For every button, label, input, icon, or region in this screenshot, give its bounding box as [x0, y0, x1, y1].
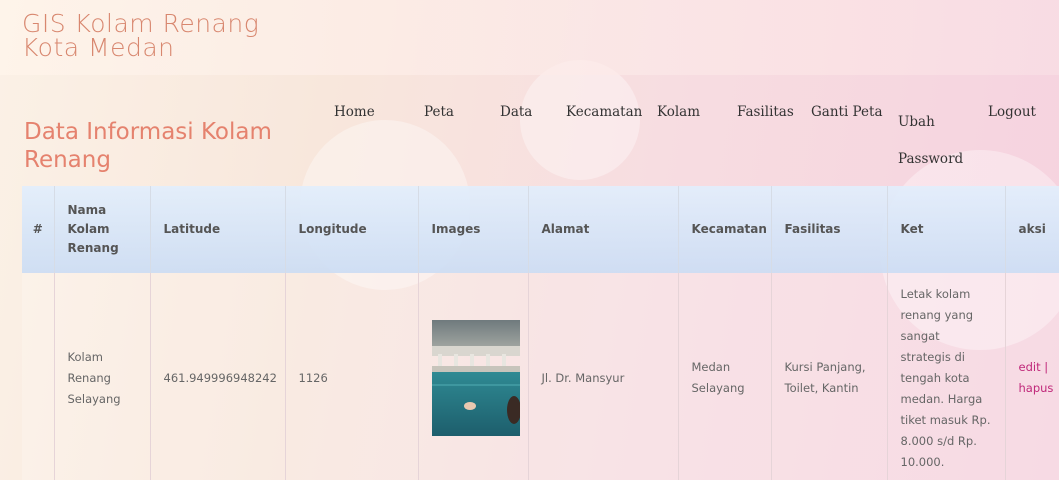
nav-logout[interactable]: Logout — [988, 104, 1036, 120]
cell-ket: Letak kolam renang yang sangat strategis… — [887, 273, 1006, 480]
cell-index — [22, 273, 55, 480]
header-ket: Ket — [887, 186, 1006, 273]
header-longitude: Longitude — [285, 186, 419, 273]
edit-link[interactable]: edit — [1019, 360, 1041, 374]
cell-fasilitas: Kursi Panjang, Toilet, Kantin — [771, 273, 888, 480]
header-nama: Nama Kolam Renang — [54, 186, 151, 273]
nav-fasilitas[interactable]: Fasilitas — [737, 104, 794, 120]
header-latitude: Latitude — [150, 186, 286, 273]
nav-ubah-password[interactable]: Ubah Password — [898, 104, 963, 178]
header-kecamatan: Kecamatan — [678, 186, 772, 273]
cell-alamat: Jl. Dr. Mansyur — [528, 273, 679, 480]
table-header-row: # Nama Kolam Renang Latitude Longitude I… — [22, 186, 1059, 273]
delete-link[interactable]: hapus — [1019, 381, 1054, 395]
cell-images — [418, 273, 529, 480]
nav-kecamatan[interactable]: Kecamatan — [566, 104, 642, 120]
cell-latitude: 461.949996948242 — [150, 273, 286, 480]
cell-aksi: edit | hapus — [1005, 273, 1059, 480]
nav-data[interactable]: Data — [500, 104, 532, 120]
nav-peta[interactable]: Peta — [424, 104, 454, 120]
nav-kolam[interactable]: Kolam — [657, 104, 700, 120]
nav-home[interactable]: Home — [334, 104, 375, 120]
cell-longitude: 1126 — [285, 273, 419, 480]
cell-kecamatan: Medan Selayang — [678, 273, 772, 480]
kolam-table: # Nama Kolam Renang Latitude Longitude I… — [22, 186, 1059, 480]
header-index: # — [22, 186, 55, 273]
header-aksi: aksi — [1005, 186, 1059, 273]
table-row: Kolam Renang Selayang 461.949996948242 1… — [22, 273, 1059, 480]
action-separator: | — [1044, 360, 1049, 374]
header-alamat: Alamat — [528, 186, 679, 273]
header-fasilitas: Fasilitas — [771, 186, 888, 273]
header-images: Images — [418, 186, 529, 273]
site-title: GIS Kolam Renang Kota Medan — [22, 9, 260, 62]
cell-nama: Kolam Renang Selayang — [54, 273, 151, 480]
pool-photo-thumbnail[interactable] — [431, 320, 520, 436]
data-table-container: # Nama Kolam Renang Latitude Longitude I… — [22, 186, 1059, 480]
main-nav: Home Peta Data Kecamatan Kolam Fasilitas… — [0, 104, 1059, 167]
nav-ganti-peta[interactable]: Ganti Peta — [811, 104, 883, 120]
